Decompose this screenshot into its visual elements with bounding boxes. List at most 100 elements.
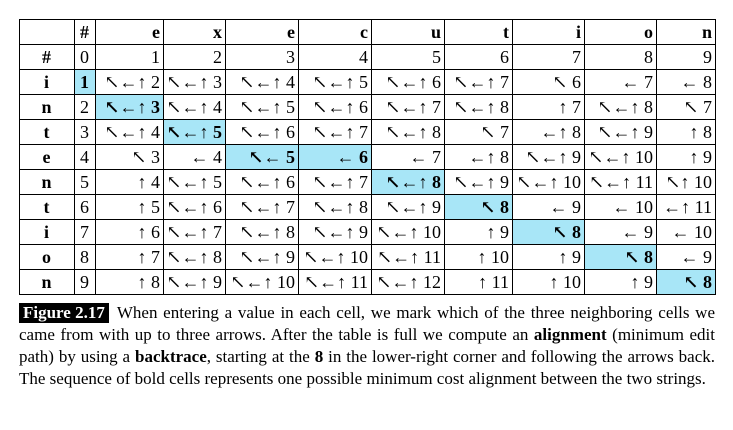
path-cell: ↖←↑ 3 xyxy=(95,94,164,120)
path-cell: ← 6 xyxy=(298,144,372,170)
table-cell: ↖←↑ 3 xyxy=(163,69,226,95)
table-cell: ↑ 4 xyxy=(95,169,164,195)
path-cell: ↖ 8 xyxy=(656,269,716,295)
table-row: i 7 ↑ 6 ↖←↑ 7 ↖←↑ 8 ↖←↑ 9 ↖←↑ 10 ↑ 9 ↖ 8 ← 9 ← 10 xyxy=(19,219,716,245)
caption-text-3: , starting at the xyxy=(206,347,315,366)
column-header: # xyxy=(74,19,96,45)
table-cell: ↖←↑ 5 xyxy=(163,169,226,195)
table-cell: ↖←↑ 4 xyxy=(225,69,299,95)
row-header: i xyxy=(19,69,75,95)
path-cell: ↖← 5 xyxy=(225,144,299,170)
table-cell: ↖←↑ 7 xyxy=(298,169,372,195)
table-cell: 2 xyxy=(163,44,226,70)
table-cell: ← 7 xyxy=(584,69,657,95)
table-cell: ↖←↑ 6 xyxy=(298,94,372,120)
table-cell: ↖←↑ 7 xyxy=(298,119,372,145)
figure-caption: Figure 2.17 When entering a value in each… xyxy=(19,302,715,390)
table-row: #0 1 2 3 4 5 6 7 8 9 xyxy=(19,44,716,70)
column-header: e xyxy=(225,19,299,45)
table-cell: ↖←↑ 11 xyxy=(371,244,445,270)
row-header: n xyxy=(19,169,75,195)
table-row: i 1 ↖←↑ 2 ↖←↑ 3 ↖←↑ 4 ↖←↑ 5 ↖←↑ 6 ↖←↑ 7 ↖ 6 ← 7 ← … xyxy=(19,69,716,95)
table-row: e 4 ↖ 3 ← 4 ↖← 5 ← 6 ← 7 ←↑ 8 ↖←↑ 9 ↖←↑ 10 ↑ 9 xyxy=(19,144,716,170)
table-cell: ↖←↑ 12 xyxy=(371,269,445,295)
table-cell: ↑ 11 xyxy=(444,269,513,295)
table-cell: ↑ 9 xyxy=(444,219,513,245)
row-header: i xyxy=(19,219,75,245)
table-cell: ← 7 xyxy=(371,144,445,170)
table-cell: ↖←↑ 8 xyxy=(371,119,445,145)
table-cell: ↖←↑ 2 xyxy=(95,69,164,95)
table-cell: ↖←↑ 9 xyxy=(298,219,372,245)
column-header: n xyxy=(656,19,716,45)
table-cell: ↖←↑ 8 xyxy=(444,94,513,120)
table-cell: ↖←↑ 9 xyxy=(444,169,513,195)
caption-bold-eight: 8 xyxy=(314,347,324,366)
table-cell: ↖←↑ 7 xyxy=(444,69,513,95)
row-header: o xyxy=(19,244,75,270)
table-cell: ↑ 7 xyxy=(95,244,164,270)
table-cell: ↖←↑ 10 xyxy=(371,219,445,245)
table-row: n 5 ↑ 4 ↖←↑ 5 ↖←↑ 6 ↖←↑ 7 ↖←↑ 8 ↖←↑ 9 ↖←↑ 10 ↖←↑ … xyxy=(19,169,716,195)
column-header: x xyxy=(163,19,226,45)
table-cell: 9 xyxy=(74,269,96,295)
column-header: e xyxy=(95,19,164,45)
table-cell: ↑ 7 xyxy=(512,94,585,120)
path-cell: ↖←↑ 5 xyxy=(163,119,226,145)
table-corner-cell xyxy=(19,19,75,45)
column-header: c xyxy=(298,19,372,45)
table-row: n 2 ↖←↑ 3 ↖←↑ 4 ↖←↑ 5 ↖←↑ 6 ↖←↑ 7 ↖←↑ 8 ↑ 7 ↖←↑ 8… xyxy=(19,94,716,120)
table-cell: ← 9 xyxy=(584,219,657,245)
table-cell: ↑ 10 xyxy=(512,269,585,295)
table-cell: ← 9 xyxy=(512,194,585,220)
table-cell: 7 xyxy=(74,219,96,245)
caption-bold-backtrace: backtrace xyxy=(134,347,207,366)
table-cell: ↖←↑ 4 xyxy=(95,119,164,145)
table-cell: ↖←↑ 8 xyxy=(225,219,299,245)
table-cell: ↖ 7 xyxy=(444,119,513,145)
path-cell: ↖ 8 xyxy=(444,194,513,220)
row-header: t xyxy=(19,119,75,145)
table-cell: 4 xyxy=(74,144,96,170)
table-cell: 9 xyxy=(656,44,716,70)
column-header: o xyxy=(584,19,657,45)
table-cell: ↖←↑ 11 xyxy=(584,169,657,195)
path-cell: 1 xyxy=(74,69,96,95)
table-cell: 0 xyxy=(74,44,96,70)
table-cell: ↖←↑ 7 xyxy=(225,194,299,220)
table-cell: ↖←↑ 9 xyxy=(371,194,445,220)
row-header: n xyxy=(19,269,75,295)
path-cell: ↖ 8 xyxy=(584,244,657,270)
table-cell: ← 10 xyxy=(584,194,657,220)
table-cell: ↖←↑ 8 xyxy=(584,94,657,120)
table-cell: ↑ 9 xyxy=(656,144,716,170)
row-header: t xyxy=(19,194,75,220)
table-cell: ↖←↑ 10 xyxy=(225,269,299,295)
table-cell: ↑ 10 xyxy=(444,244,513,270)
column-header: t xyxy=(444,19,513,45)
table-cell: ↖ 3 xyxy=(95,144,164,170)
table-cell: ↑ 8 xyxy=(95,269,164,295)
table-cell: 3 xyxy=(74,119,96,145)
table-cell: ↖←↑ 4 xyxy=(163,94,226,120)
caption-bold-alignment: alignment xyxy=(533,325,607,344)
edit-distance-table-container: # e x e c u t i o n #0 1 2 3 4 5 6 7 8 9 i 1 ↖←↑ 2 ↖←↑ 3 ↖←↑ 4 ↖←… xyxy=(19,19,716,295)
table-cell: 3 xyxy=(225,44,299,70)
table-cell: ↖←↑ 7 xyxy=(371,94,445,120)
table-cell: ↖←↑ 11 xyxy=(298,269,372,295)
table-cell: ← 9 xyxy=(656,244,716,270)
row-header: e xyxy=(19,144,75,170)
table-cell: ↖←↑ 6 xyxy=(225,119,299,145)
table-row: t 6 ↑ 5 ↖←↑ 6 ↖←↑ 7 ↖←↑ 8 ↖←↑ 9 ↖ 8 ← 9 ← 10 ←↑ 11 xyxy=(19,194,716,220)
table-cell: ↑ 8 xyxy=(656,119,716,145)
table-cell: ↖←↑ 8 xyxy=(163,244,226,270)
table-cell: 6 xyxy=(444,44,513,70)
table-cell: ← 4 xyxy=(163,144,226,170)
table-cell: ↑ 9 xyxy=(512,244,585,270)
table-cell: ↖←↑ 9 xyxy=(163,269,226,295)
edit-distance-table: # e x e c u t i o n #0 1 2 3 4 5 6 7 8 9 i 1 ↖←↑ 2 ↖←↑ 3 ↖←↑ 4 ↖←… xyxy=(19,19,716,295)
table-cell: 5 xyxy=(371,44,445,70)
table-header-row: # e x e c u t i o n xyxy=(19,19,716,45)
table-cell: ↖←↑ 10 xyxy=(298,244,372,270)
table-row: n 9 ↑ 8 ↖←↑ 9 ↖←↑ 10 ↖←↑ 11 ↖←↑ 12 ↑ 11 ↑ 10 ↑ 9 ↖… xyxy=(19,269,716,295)
